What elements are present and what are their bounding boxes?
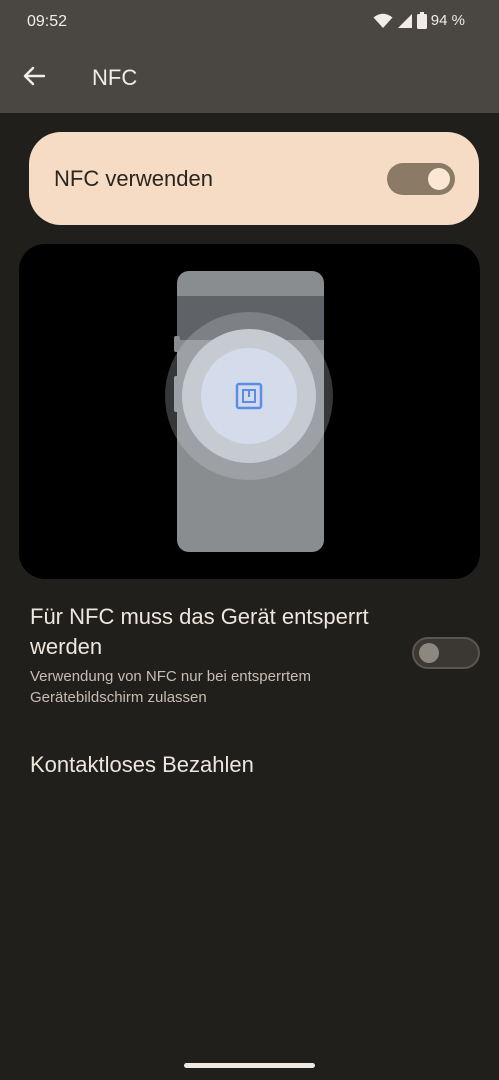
battery-percent: 94 % — [430, 12, 465, 29]
require-unlock-switch[interactable] — [412, 637, 480, 669]
arrow-back-icon — [23, 66, 46, 91]
switch-knob — [419, 643, 439, 663]
top-app-bar: 09:52 94 % NFC — [0, 0, 499, 113]
battery-icon — [416, 12, 427, 29]
status-time: 09:52 — [27, 13, 68, 30]
require-unlock-setting[interactable]: Für NFC muss das Gerät entsperrt werden … — [0, 596, 499, 716]
setting-subtitle: Verwendung von NFC nur bei entsperrtem G… — [30, 668, 311, 706]
nfc-toggle-label: NFC verwenden — [54, 166, 213, 191]
status-icons: 94 % — [373, 12, 465, 29]
home-indicator[interactable] — [184, 1063, 315, 1068]
signal-icon — [397, 13, 413, 29]
phone-nfc-illustration — [165, 271, 333, 552]
setting-title: Für NFC muss das Gerät entsperrt werden — [30, 604, 369, 659]
nfc-switch[interactable] — [387, 163, 455, 195]
page-title: NFC — [92, 65, 138, 90]
nfc-main-toggle-card[interactable]: NFC verwenden — [29, 132, 479, 225]
nfc-illustration — [19, 244, 480, 579]
wifi-icon — [373, 13, 393, 29]
contactless-payment-item[interactable]: Kontaktloses Bezahlen — [30, 752, 254, 778]
switch-knob — [428, 168, 450, 190]
back-button[interactable] — [19, 63, 49, 93]
